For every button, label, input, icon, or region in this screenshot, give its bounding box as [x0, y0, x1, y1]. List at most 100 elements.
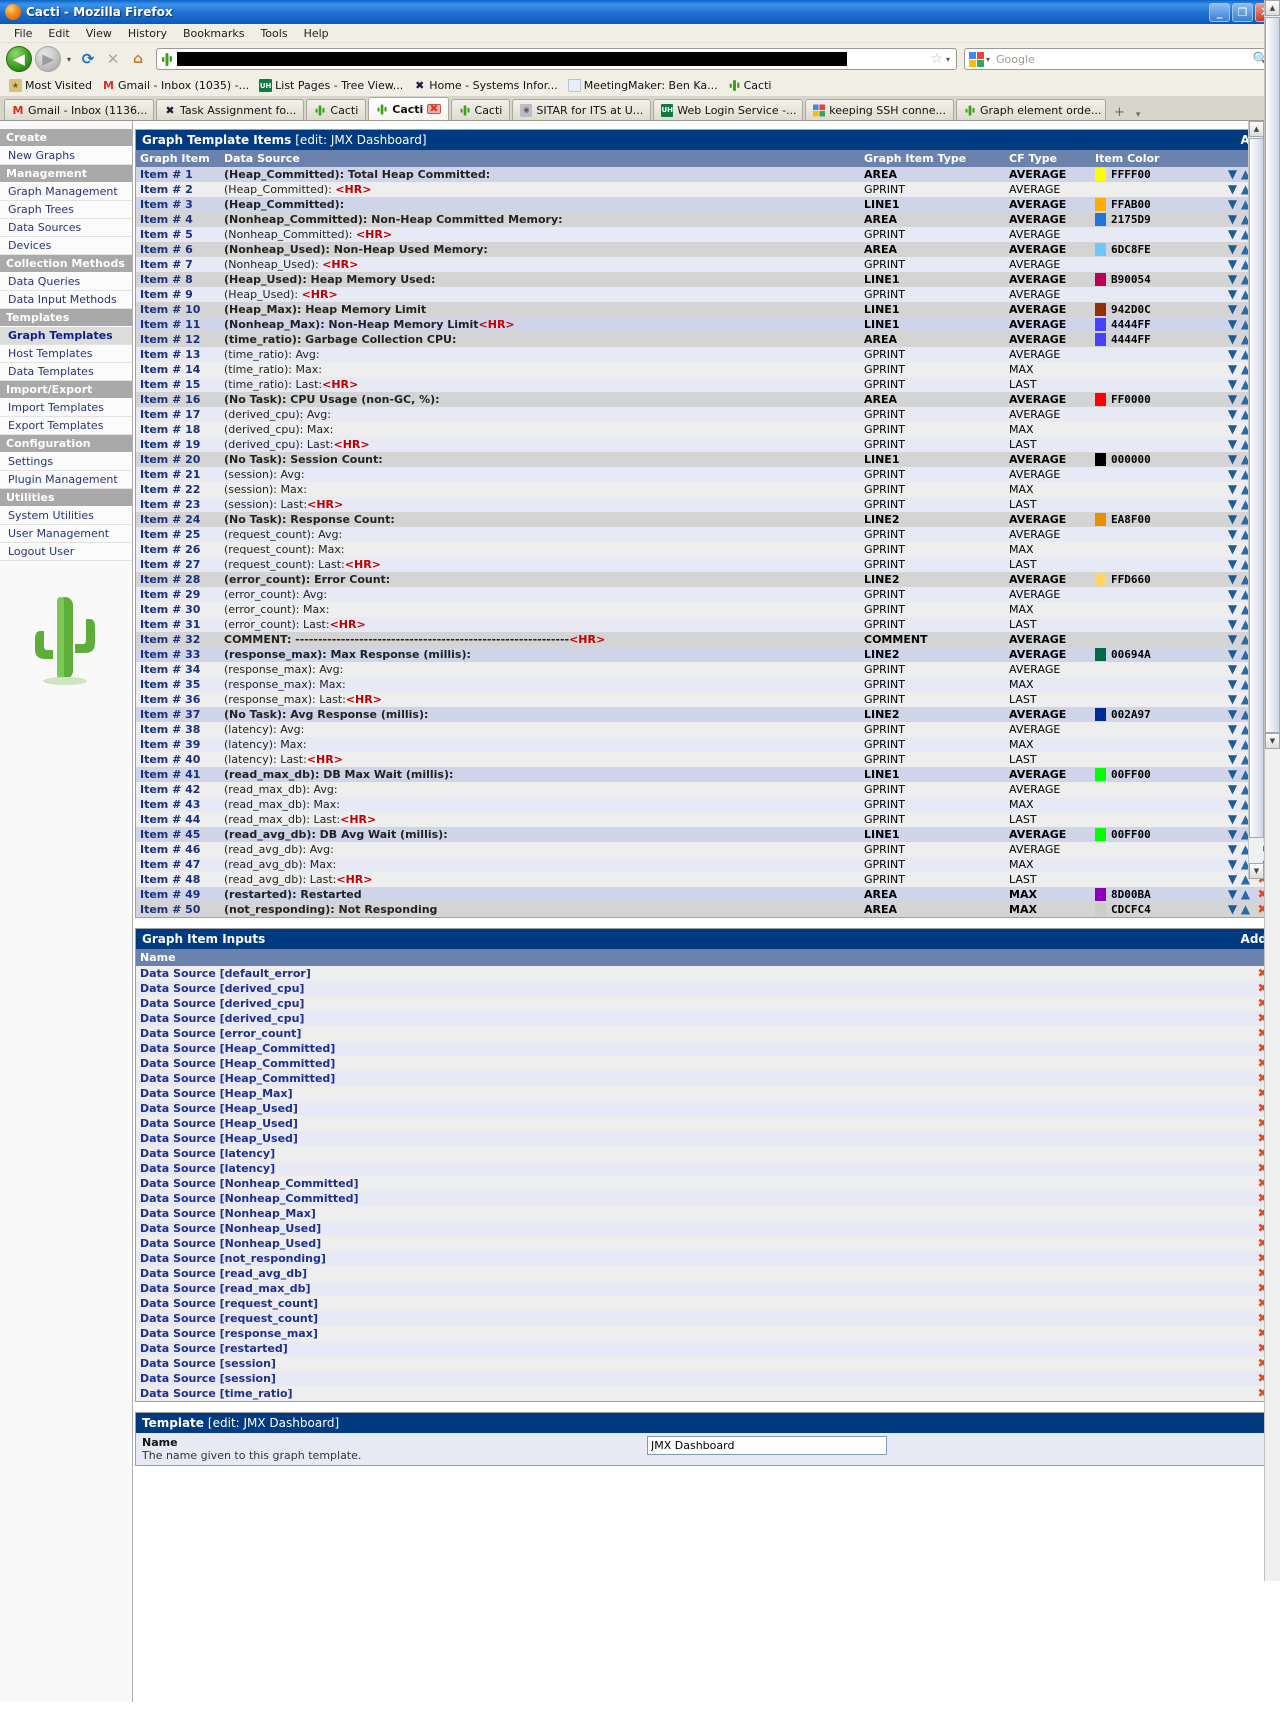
bookmark-item[interactable]: M Gmail - Inbox (1035) -...	[99, 78, 252, 93]
sidebar-item-graph-trees[interactable]: Graph Trees	[0, 201, 132, 219]
scroll-up-button[interactable]: ▲	[1265, 0, 1280, 16]
graph-item-link[interactable]: Item # 43	[136, 797, 220, 812]
list-item[interactable]: Data Source [latency] ✖	[136, 1161, 1273, 1176]
address-bar[interactable]: ☆ ▾	[156, 48, 957, 70]
bookmark-item[interactable]: MeetingMaker: Ben Ka...	[565, 78, 721, 93]
graph-item-link[interactable]: Item # 16	[136, 392, 220, 407]
move-down-icon[interactable]: ▼	[1226, 423, 1239, 435]
table-row[interactable]: Item # 46 (read_avg_db): Avg: GPRINT AVERAG…	[136, 842, 1273, 857]
table-row[interactable]: Item # 13 (time_ratio): Avg: GPRINT AVERAGE…	[136, 347, 1273, 362]
list-item[interactable]: Data Source [Nonheap_Used] ✖	[136, 1221, 1273, 1236]
graph-item-input-link[interactable]: Data Source [error_count]	[136, 1026, 1243, 1041]
home-icon[interactable]: ⌂	[127, 48, 149, 70]
graph-item-link[interactable]: Item # 8	[136, 272, 220, 287]
move-down-icon[interactable]: ▼	[1226, 813, 1239, 825]
list-item[interactable]: Data Source [Heap_Used] ✖	[136, 1101, 1273, 1116]
bookmark-item[interactable]: UH List Pages - Tree View...	[256, 78, 406, 93]
graph-item-link[interactable]: Item # 22	[136, 482, 220, 497]
table-row[interactable]: Item # 37 (No Task): Avg Response (millis…	[136, 707, 1273, 722]
menu-edit[interactable]: Edit	[40, 25, 77, 42]
list-item[interactable]: Data Source [restarted] ✖	[136, 1341, 1273, 1356]
move-down-icon[interactable]: ▼	[1226, 198, 1239, 210]
scroll-thumb[interactable]	[1265, 17, 1280, 733]
sidebar-item-data-queries[interactable]: Data Queries	[0, 273, 132, 291]
move-down-icon[interactable]: ▼	[1226, 453, 1239, 465]
inner-scroll-thumb[interactable]	[1249, 138, 1264, 838]
graph-item-link[interactable]: Item # 41	[136, 767, 220, 782]
graph-item-link[interactable]: Item # 40	[136, 752, 220, 767]
list-item[interactable]: Data Source [Heap_Used] ✖	[136, 1131, 1273, 1146]
list-item[interactable]: Data Source [Heap_Max] ✖	[136, 1086, 1273, 1101]
move-down-icon[interactable]: ▼	[1226, 573, 1239, 585]
list-item[interactable]: Data Source [Nonheap_Committed] ✖	[136, 1191, 1273, 1206]
move-down-icon[interactable]: ▼	[1226, 528, 1239, 540]
table-row[interactable]: Item # 28 (error_count): Error Count: LINE…	[136, 572, 1273, 587]
tab[interactable]: Graph element orde...	[956, 99, 1106, 120]
graph-item-input-link[interactable]: Data Source [Heap_Used]	[136, 1116, 1243, 1131]
move-down-icon[interactable]: ▼	[1226, 213, 1239, 225]
graph-item-input-link[interactable]: Data Source [response_max]	[136, 1326, 1243, 1341]
graph-item-link[interactable]: Item # 17	[136, 407, 220, 422]
graph-item-input-link[interactable]: Data Source [Heap_Committed]	[136, 1056, 1243, 1071]
move-down-icon[interactable]: ▼	[1226, 543, 1239, 555]
history-dropdown-icon[interactable]: ▾	[64, 55, 74, 64]
move-down-icon[interactable]: ▼	[1226, 633, 1239, 645]
menu-help[interactable]: Help	[296, 25, 337, 42]
graph-item-input-link[interactable]: Data Source [not_responding]	[136, 1251, 1243, 1266]
table-row[interactable]: Item # 27 (request_count): Last:<HR> GPRIN…	[136, 557, 1273, 572]
list-item[interactable]: Data Source [Nonheap_Used] ✖	[136, 1236, 1273, 1251]
graph-item-link[interactable]: Item # 13	[136, 347, 220, 362]
graph-item-link[interactable]: Item # 36	[136, 692, 220, 707]
list-item[interactable]: Data Source [session] ✖	[136, 1371, 1273, 1386]
forward-button[interactable]: ▶	[35, 46, 61, 72]
tab-active[interactable]: Cacti ✖	[368, 97, 449, 120]
move-down-icon[interactable]: ▼	[1226, 783, 1239, 795]
sidebar-item-graph-management[interactable]: Graph Management	[0, 183, 132, 201]
graph-item-link[interactable]: Item # 6	[136, 242, 220, 257]
move-down-icon[interactable]: ▼	[1226, 168, 1239, 180]
sidebar-item-import-templates[interactable]: Import Templates	[0, 399, 132, 417]
move-down-icon[interactable]: ▼	[1226, 483, 1239, 495]
move-down-icon[interactable]: ▼	[1226, 243, 1239, 255]
inner-scroll-up-button[interactable]: ▲	[1249, 121, 1264, 137]
graph-item-link[interactable]: Item # 2	[136, 182, 220, 197]
graph-item-link[interactable]: Item # 21	[136, 467, 220, 482]
sidebar-item-user-management[interactable]: User Management	[0, 525, 132, 543]
menu-history[interactable]: History	[120, 25, 175, 42]
graph-item-link[interactable]: Item # 48	[136, 872, 220, 887]
template-name-input[interactable]	[647, 1436, 887, 1455]
table-row[interactable]: Item # 39(latency): Max:GPRINTMAX▼▲✖	[136, 737, 1273, 752]
table-row[interactable]: Item # 19 (derived_cpu): Last:<HR> GPRINT L…	[136, 437, 1273, 452]
graph-item-input-link[interactable]: Data Source [derived_cpu]	[136, 996, 1243, 1011]
graph-item-link[interactable]: Item # 46	[136, 842, 220, 857]
graph-item-link[interactable]: Item # 37	[136, 707, 220, 722]
move-down-icon[interactable]: ▼	[1226, 708, 1239, 720]
graph-item-input-link[interactable]: Data Source [latency]	[136, 1161, 1243, 1176]
graph-item-input-link[interactable]: Data Source [default_error]	[136, 966, 1243, 981]
graph-item-link[interactable]: Item # 42	[136, 782, 220, 797]
table-row[interactable]: Item # 23 (session): Last:<HR> GPRINT LAST ▼…	[136, 497, 1273, 512]
bookmark-item[interactable]: Cacti	[725, 78, 775, 93]
table-row[interactable]: Item # 20 (No Task): Session Count: LINE1 A…	[136, 452, 1273, 467]
tab[interactable]: Cacti	[450, 99, 511, 120]
graph-item-input-link[interactable]: Data Source [latency]	[136, 1146, 1243, 1161]
graph-item-link[interactable]: Item # 45	[136, 827, 220, 842]
tab[interactable]: ✖ Task Assignment fo...	[156, 99, 305, 120]
table-row[interactable]: Item # 14(time_ratio): Max:GPRINTMAX▼▲✖	[136, 362, 1273, 377]
sidebar-item-plugin-management[interactable]: Plugin Management	[0, 471, 132, 489]
move-down-icon[interactable]: ▼	[1226, 723, 1239, 735]
graph-item-input-link[interactable]: Data Source [Heap_Committed]	[136, 1041, 1243, 1056]
graph-item-link[interactable]: Item # 4	[136, 212, 220, 227]
table-row[interactable]: Item # 45 (read_avg_db): DB Avg Wait (mil…	[136, 827, 1273, 842]
graph-item-link[interactable]: Item # 28	[136, 572, 220, 587]
bookmark-item[interactable]: ★ Most Visited	[6, 78, 95, 93]
move-down-icon[interactable]: ▼	[1226, 378, 1239, 390]
list-item[interactable]: Data Source [latency] ✖	[136, 1146, 1273, 1161]
sidebar-item-data-templates[interactable]: Data Templates	[0, 363, 132, 381]
graph-item-input-link[interactable]: Data Source [Nonheap_Used]	[136, 1236, 1243, 1251]
graph-item-link[interactable]: Item # 47	[136, 857, 220, 872]
graph-item-link[interactable]: Item # 38	[136, 722, 220, 737]
list-item[interactable]: Data Source [error_count] ✖	[136, 1026, 1273, 1041]
graph-item-link[interactable]: Item # 20	[136, 452, 220, 467]
move-down-icon[interactable]: ▼	[1226, 258, 1239, 270]
